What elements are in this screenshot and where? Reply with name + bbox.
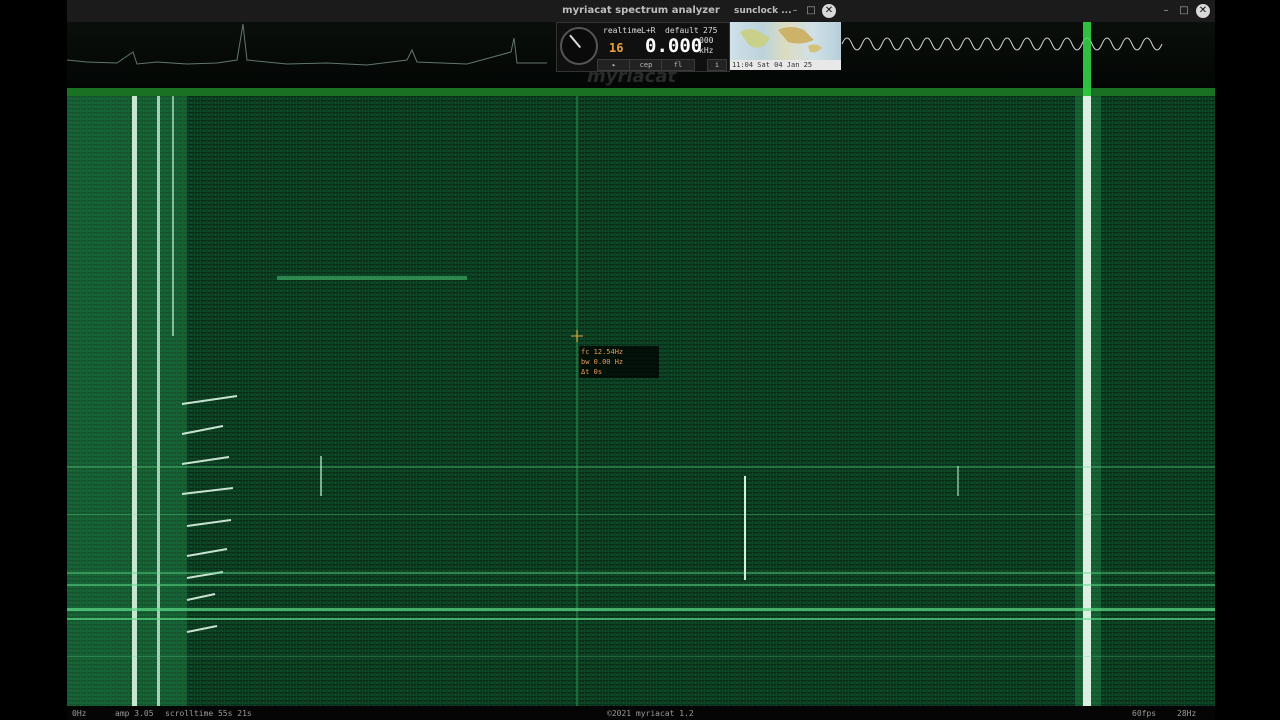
- play-button[interactable]: ▸: [597, 59, 631, 71]
- sunclock-datetime: 11:04 Sat 04 Jan 25: [730, 60, 841, 70]
- window-title: myriacat spectrum analyzer: [562, 5, 720, 16]
- minimize-button[interactable]: –: [1159, 4, 1173, 18]
- sunclock-window: sunclock ... – □ ✕ 11:04 Sat 04 Jan 25: [730, 0, 841, 70]
- cursor-bandwidth: bw 0.00 Hz: [581, 358, 624, 366]
- spectrum-peak: [1083, 22, 1091, 96]
- center-line: [576, 96, 578, 706]
- preset-label[interactable]: default: [665, 26, 699, 35]
- signal-line-2: [157, 96, 160, 706]
- status-right-frequency: 28Hz: [1177, 709, 1197, 718]
- info-button[interactable]: i: [707, 59, 727, 71]
- sunclock-maximize-button[interactable]: □: [804, 4, 818, 18]
- waterfall-display[interactable]: [67, 96, 1215, 706]
- status-fps: 60fps: [1132, 709, 1157, 718]
- fl-button[interactable]: fl: [661, 59, 695, 71]
- signal-line-3: [172, 96, 174, 336]
- frequency-unit: kHz: [699, 46, 714, 55]
- mode-label[interactable]: realtime: [603, 26, 642, 35]
- preset-number: 275: [703, 26, 718, 35]
- horizontal-burst: [277, 276, 467, 280]
- spectrum-analyzer-window: myriacat spectrum analyzer – □ ✕ myriaca…: [67, 0, 1215, 720]
- frequency-readout: 0.000: [645, 35, 703, 57]
- continents: [740, 27, 822, 53]
- small-digits: 16: [609, 41, 624, 55]
- status-bar: 0Hz amp 3.05 scrolltime 55s 21s ©2021 my…: [67, 706, 1215, 720]
- channels-label[interactable]: L+R: [641, 26, 655, 35]
- cep-button[interactable]: cep: [629, 59, 663, 71]
- sine-wave-trace: [841, 37, 1163, 51]
- status-scrolltime: scrolltime 55s 21s: [165, 709, 252, 718]
- low-freq-band: [67, 96, 187, 706]
- world-map[interactable]: [730, 22, 841, 60]
- vertical-tick-1: [320, 456, 322, 496]
- status-left-frequency: 0Hz: [72, 709, 87, 718]
- spectrum-trace: [67, 23, 547, 66]
- frequency-decimals: 000: [699, 36, 714, 45]
- gauge-dial-icon[interactable]: [560, 27, 598, 65]
- cursor-frequency: fc 12.54Hz: [581, 348, 624, 356]
- sunclock-title-bar[interactable]: sunclock ... – □ ✕: [730, 0, 841, 22]
- spectrum-floor: [67, 88, 1215, 96]
- waterfall-background: [67, 96, 1215, 706]
- status-copyright: ©2021 myriacat 1.2: [607, 709, 694, 718]
- cursor-delta-time: Δt 0s: [581, 368, 603, 376]
- sunclock-minimize-button[interactable]: –: [788, 4, 802, 18]
- vertical-tick-2: [957, 466, 959, 496]
- control-panel: realtime L+R default 275 16 0.000 000 kH…: [556, 22, 730, 72]
- vertical-burst: [744, 476, 746, 580]
- signal-line-1: [132, 96, 137, 706]
- close-button[interactable]: ✕: [1196, 4, 1210, 18]
- sunclock-title: sunclock ...: [734, 6, 792, 16]
- cursor-readout: fc 12.54Hz bw 0.00 Hz Δt 0s: [579, 346, 659, 378]
- maximize-button[interactable]: □: [1177, 4, 1191, 18]
- peak-signal-line: [1083, 96, 1091, 706]
- close-icon[interactable]: ✕: [822, 4, 836, 18]
- status-amp: amp 3.05: [115, 709, 154, 718]
- title-bar[interactable]: myriacat spectrum analyzer – □ ✕: [67, 0, 1215, 23]
